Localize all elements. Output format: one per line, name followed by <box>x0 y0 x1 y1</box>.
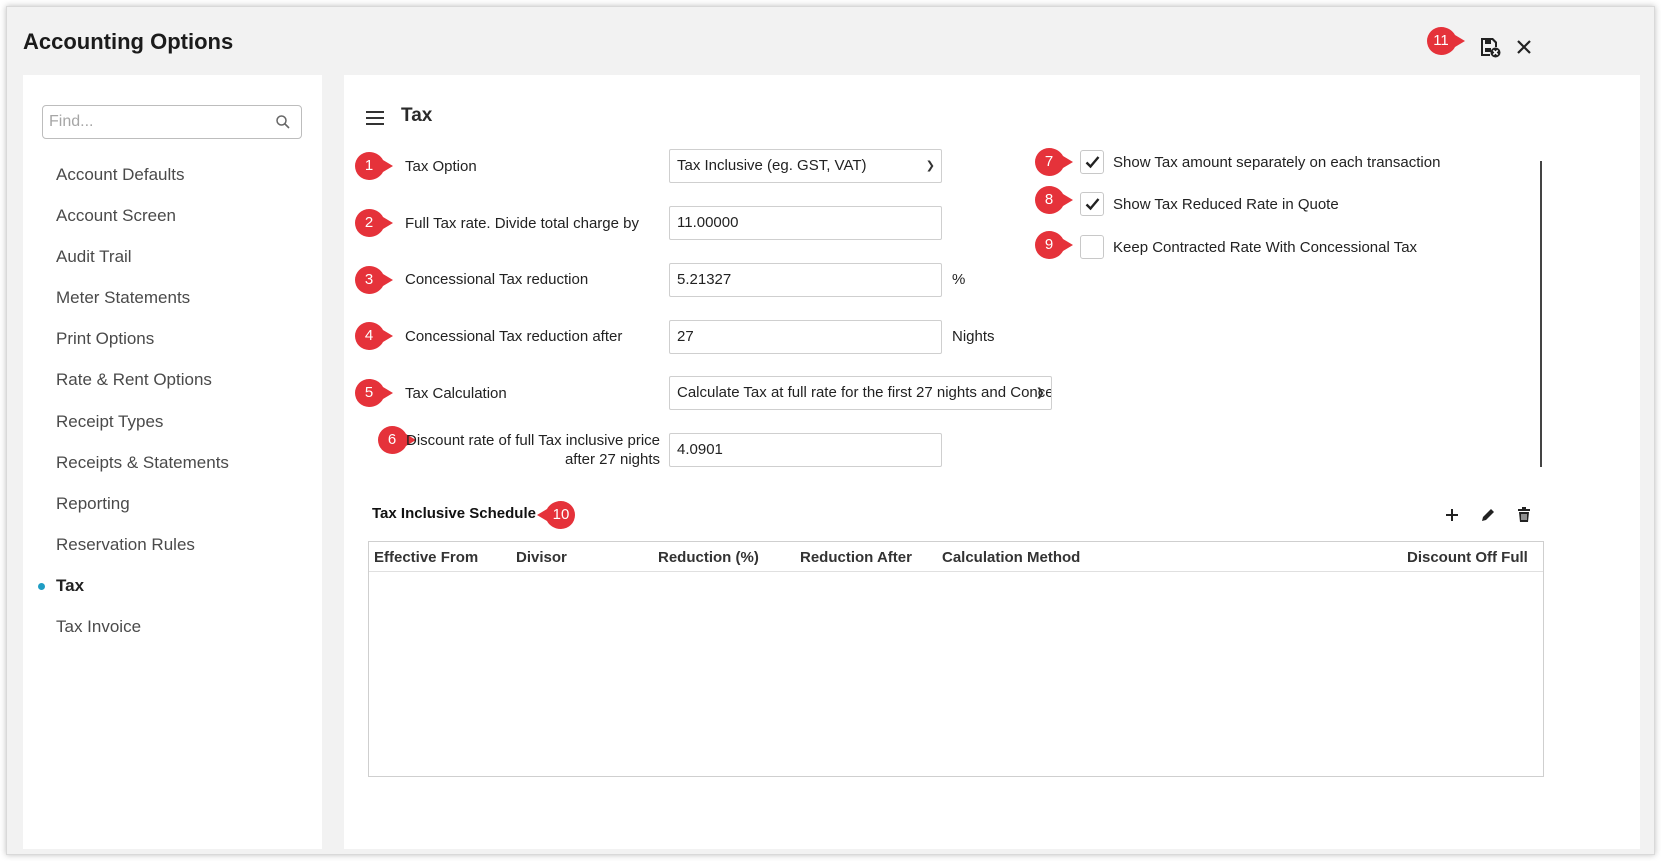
callout-8: 8 <box>1034 185 1074 215</box>
edit-icon[interactable] <box>1478 505 1498 525</box>
sidebar-item-tax-invoice[interactable]: Tax Invoice <box>23 606 322 647</box>
chevron-down-icon: ❯ <box>1035 387 1045 399</box>
chevron-down-icon: ❯ <box>925 160 935 172</box>
concessional-after-label: Concessional Tax reduction after <box>405 328 623 345</box>
nights-unit: Nights <box>952 328 995 345</box>
keep-contracted-rate-label: Keep Contracted Rate With Concessional T… <box>1113 239 1418 256</box>
sidebar-item-meter-statements[interactable]: Meter Statements <box>23 277 322 318</box>
callout-11: 11 <box>1426 26 1466 56</box>
sidebar-item-receipts-statements[interactable]: Receipts & Statements <box>23 442 322 483</box>
callout-9: 9 <box>1034 230 1074 260</box>
sidebar-item-label: Reporting <box>56 493 130 513</box>
tax-calculation-value: Calculate Tax at full rate for the first… <box>677 384 1052 401</box>
tax-option-label: Tax Option <box>405 158 477 175</box>
discount-rate-label-line2: after 27 nights <box>564 451 660 468</box>
search-icon[interactable] <box>276 115 290 134</box>
tax-schedule-table: Effective From Divisor Reduction (%) Red… <box>368 541 1544 777</box>
concessional-reduction-input[interactable]: 5.21327 <box>669 263 942 297</box>
sidebar-item-label: Print Options <box>56 329 155 349</box>
scrollbar[interactable] <box>1540 161 1542 467</box>
sidebar-item-reporting[interactable]: Reporting <box>23 483 322 524</box>
tax-option-select[interactable]: Tax Inclusive (eg. GST, VAT) ❯ <box>669 149 942 183</box>
sidebar-item-label: Tax <box>56 575 85 595</box>
callout-1: 1 <box>354 151 394 181</box>
sidebar-item-label: Audit Trail <box>56 247 132 267</box>
checkmark-icon <box>1085 156 1100 169</box>
callout-3: 3 <box>354 265 394 295</box>
sidebar-item-label: Tax Invoice <box>56 617 142 637</box>
sidebar-item-reservation-rules[interactable]: Reservation Rules <box>23 524 322 565</box>
sidebar-item-label: Account Screen <box>56 206 177 226</box>
sidebar-item-audit-trail[interactable]: Audit Trail <box>23 236 322 277</box>
active-indicator-dot <box>38 582 45 590</box>
callout-7: 7 <box>1034 147 1074 177</box>
sidebar-item-label: Receipt Types <box>56 411 164 431</box>
window-title: Accounting Options <box>23 29 234 54</box>
tax-calculation-select[interactable]: Calculate Tax at full rate for the first… <box>669 376 1052 410</box>
delete-icon[interactable] <box>1514 505 1534 525</box>
callout-2: 2 <box>354 208 394 238</box>
full-tax-rate-input[interactable]: 11.00000 <box>669 206 942 240</box>
column-reduction-after[interactable]: Reduction After <box>800 549 912 566</box>
tax-calculation-label: Tax Calculation <box>405 385 507 402</box>
discount-rate-input[interactable]: 4.0901 <box>669 433 942 467</box>
callout-4: 4 <box>354 321 394 351</box>
save-close-icon[interactable] <box>1478 35 1502 59</box>
concessional-reduction-label: Concessional Tax reduction <box>405 271 589 288</box>
concessional-after-input[interactable]: 27 <box>669 320 942 354</box>
full-tax-rate-label: Full Tax rate. Divide total charge by <box>405 215 640 232</box>
discount-rate-label: Discount rate of full Tax inclusive pric… <box>404 431 660 469</box>
column-divisor[interactable]: Divisor <box>516 549 567 566</box>
checkmark-icon <box>1085 198 1100 211</box>
sidebar-item-account-screen[interactable]: Account Screen <box>23 195 322 236</box>
accounting-options-window: Accounting Options 11 Account Defaults A… <box>6 6 1655 855</box>
close-icon[interactable] <box>1512 35 1536 59</box>
sidebar-nav: Account Defaults Account Screen Audit Tr… <box>23 154 322 647</box>
column-discount-off-full[interactable]: Discount Off Full <box>1407 549 1528 566</box>
sidebar-item-receipt-types[interactable]: Receipt Types <box>23 401 322 442</box>
sidebar-item-label: Rate & Rent Options <box>56 370 212 390</box>
sidebar-item-tax[interactable]: Tax <box>23 565 322 606</box>
sidebar-item-print-options[interactable]: Print Options <box>23 318 322 359</box>
sidebar-item-account-defaults[interactable]: Account Defaults <box>23 154 322 195</box>
callout-5: 5 <box>354 378 394 408</box>
show-reduced-rate-label: Show Tax Reduced Rate in Quote <box>1113 196 1339 213</box>
search-input[interactable] <box>42 105 302 139</box>
sidebar-item-label: Receipts & Statements <box>56 452 229 472</box>
main-panel: Tax 1 Tax Option Tax Inclusive (eg. GST,… <box>344 75 1640 849</box>
schedule-title: Tax Inclusive Schedule <box>372 505 536 522</box>
percent-unit: % <box>952 271 966 288</box>
sidebar-item-label: Meter Statements <box>56 288 191 308</box>
sidebar: Account Defaults Account Screen Audit Tr… <box>23 75 322 849</box>
column-calculation-method[interactable]: Calculation Method <box>942 549 1080 566</box>
sidebar-item-label: Reservation Rules <box>56 534 195 554</box>
page-title: Tax <box>401 105 433 126</box>
sidebar-item-rate-rent-options[interactable]: Rate & Rent Options <box>23 359 322 400</box>
sidebar-item-label: Account Defaults <box>56 165 185 184</box>
callout-10: 10 <box>536 500 576 530</box>
column-reduction-percent[interactable]: Reduction (%) <box>658 549 759 566</box>
show-tax-separately-checkbox[interactable] <box>1080 150 1104 174</box>
discount-rate-label-line1: Discount rate of full Tax inclusive pric… <box>405 432 660 449</box>
keep-contracted-rate-checkbox[interactable] <box>1080 235 1104 259</box>
show-reduced-rate-checkbox[interactable] <box>1080 192 1104 216</box>
add-icon[interactable] <box>1442 505 1462 525</box>
column-effective-from[interactable]: Effective From <box>374 549 478 566</box>
show-tax-separately-label: Show Tax amount separately on each trans… <box>1113 154 1441 171</box>
table-header: Effective From Divisor Reduction (%) Red… <box>369 542 1543 572</box>
menu-icon[interactable] <box>366 111 384 125</box>
tax-option-value: Tax Inclusive (eg. GST, VAT) <box>677 157 867 174</box>
